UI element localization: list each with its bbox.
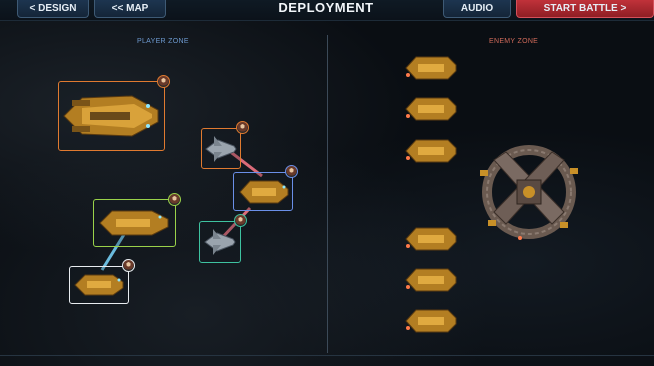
enemy-frigate-icon[interactable]: [404, 136, 458, 166]
pilot-avatar-icon: [168, 193, 181, 206]
capital-ship-icon: [63, 95, 159, 137]
pilot-avatar-icon: [236, 121, 249, 134]
enemy-frigate-icon[interactable]: [404, 224, 458, 254]
pilot-avatar-icon: [234, 214, 247, 227]
enemy-frigate-icon[interactable]: [404, 265, 458, 295]
enemy-frigate-icon[interactable]: [404, 94, 458, 124]
pilot-avatar-icon: [157, 75, 170, 88]
enemy-frigate-icon[interactable]: [404, 306, 458, 336]
pilot-avatar-icon: [285, 165, 298, 178]
fighter-icon: [205, 136, 237, 162]
enemy-station-icon[interactable]: [474, 140, 584, 245]
cruiser-icon: [239, 180, 289, 204]
enemy-frigate-icon[interactable]: [404, 53, 458, 83]
frigate-icon: [99, 210, 169, 236]
pilot-avatar-icon: [122, 259, 135, 272]
fighter-icon: [204, 229, 236, 255]
frigate-icon: [74, 274, 124, 296]
